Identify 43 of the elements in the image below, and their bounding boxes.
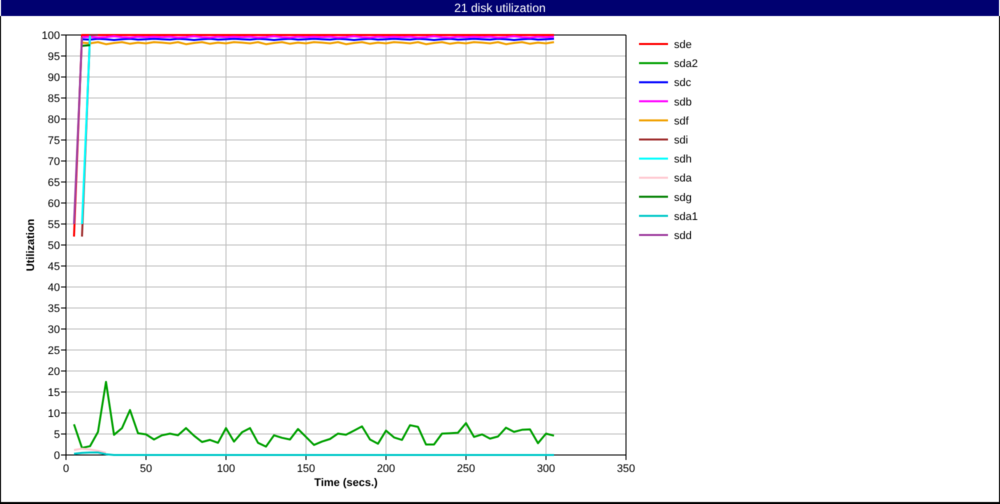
x-tick-label: 100 xyxy=(216,463,236,475)
y-tick-label: 5 xyxy=(54,429,60,441)
y-tick-label: 25 xyxy=(48,345,60,357)
legend-label: sdb xyxy=(674,96,692,108)
legend-label: sda1 xyxy=(674,210,698,223)
y-tick-label: 0 xyxy=(54,450,60,462)
y-tick-label: 70 xyxy=(48,156,60,168)
y-tick-label: 90 xyxy=(48,72,60,84)
y-tick-label: 95 xyxy=(48,51,60,63)
x-tick-label: 150 xyxy=(296,463,316,475)
y-tick-label: 85 xyxy=(48,93,60,105)
legend-label: sdc xyxy=(674,77,692,90)
y-tick-label: 100 xyxy=(42,30,60,42)
y-tick-label: 35 xyxy=(48,303,60,315)
x-axis-title: Time (secs.) xyxy=(314,477,378,489)
x-tick-label: 350 xyxy=(616,463,636,475)
y-tick-label: 20 xyxy=(48,366,60,378)
chart-title: 21 disk utilization xyxy=(1,0,999,16)
y-tick-label: 40 xyxy=(48,282,60,294)
y-tick-label: 65 xyxy=(48,177,60,189)
x-tick-label: 0 xyxy=(62,463,70,475)
legend-label: sda2 xyxy=(674,58,698,70)
x-tick-label: 200 xyxy=(376,463,396,475)
legend-label: sda xyxy=(674,172,692,185)
x-tick-label: 300 xyxy=(536,463,556,475)
legend-label: sdi xyxy=(674,134,688,146)
legend-label: sde xyxy=(674,39,692,51)
y-tick-label: 15 xyxy=(48,387,60,399)
legend-label: sdd xyxy=(674,230,692,242)
y-tick-label: 10 xyxy=(48,408,60,420)
y-tick-label: 30 xyxy=(48,324,60,336)
y-tick-label: 45 xyxy=(48,261,60,273)
y-tick-label: 75 xyxy=(48,135,60,147)
y-tick-label: 80 xyxy=(48,114,60,126)
y-axis-title: Utilization xyxy=(25,218,37,272)
y-tick-label: 60 xyxy=(48,198,60,210)
legend-label: sdf xyxy=(674,115,689,128)
legend-label: sdh xyxy=(674,154,692,166)
y-tick-label: 55 xyxy=(48,219,60,231)
x-tick-label: 50 xyxy=(140,463,152,475)
legend-label: sdg xyxy=(674,192,692,204)
x-tick-label: 250 xyxy=(456,463,476,475)
y-tick-label: 50 xyxy=(48,240,60,252)
